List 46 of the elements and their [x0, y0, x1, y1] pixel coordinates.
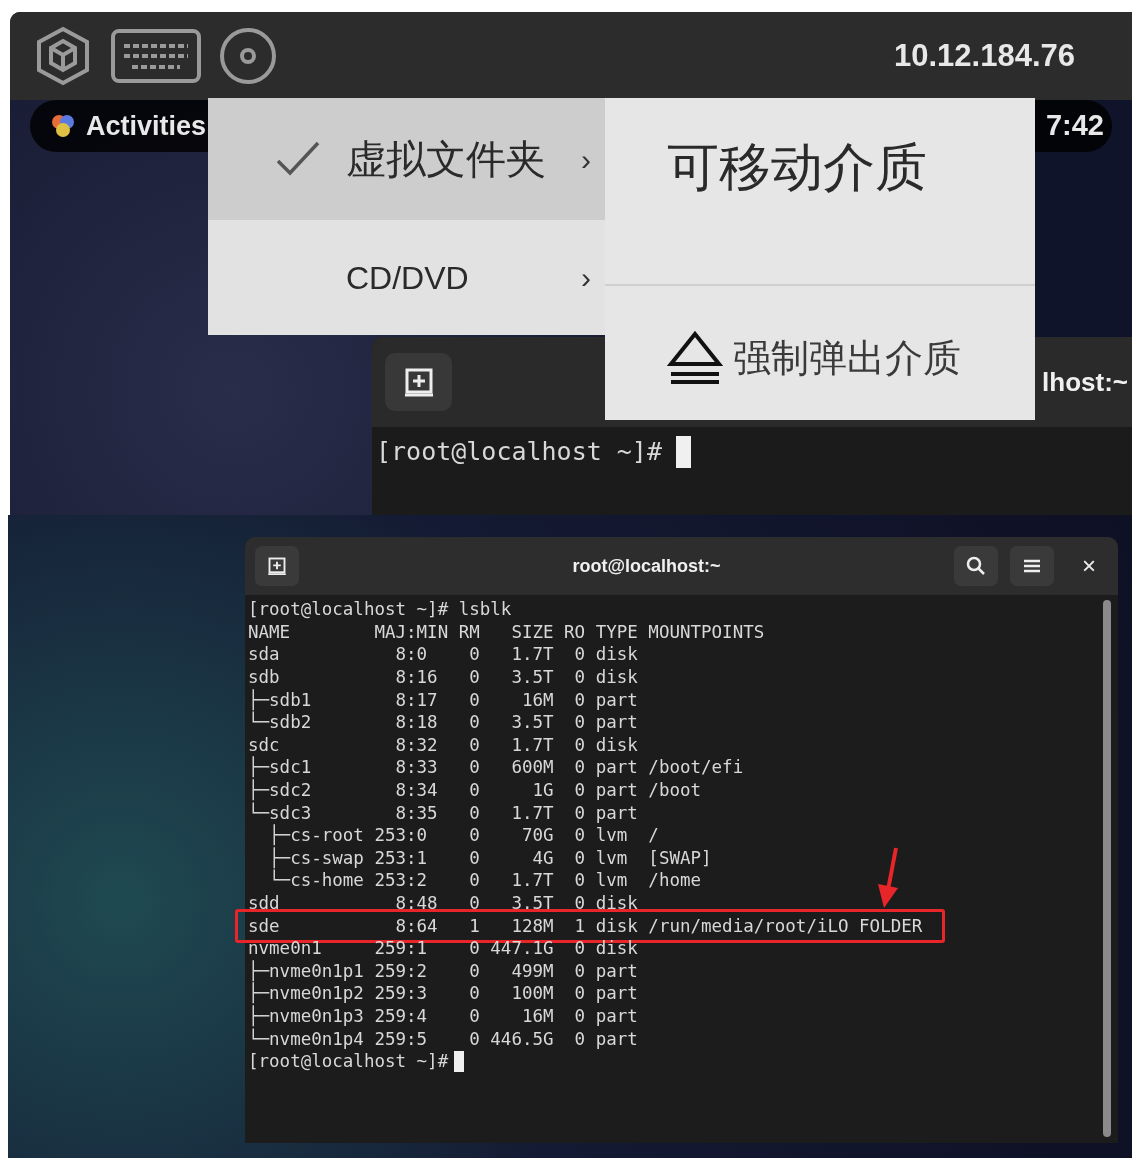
terminal-prompt: [root@localhost ~]# — [248, 1050, 449, 1073]
terminal-line: ├─cs-swap 253:1 0 4G 0 lvm [SWAP] — [268, 846, 712, 869]
terminal-line: ├─nvme0n1p1 259:2 0 499M 0 part — [248, 959, 638, 982]
search-icon — [966, 556, 986, 576]
menu-item-label: CD/DVD — [346, 258, 469, 298]
menu-button[interactable] — [1010, 546, 1054, 586]
activities-button[interactable]: Activities — [50, 105, 207, 147]
terminal-line: ├─cs-root 253:0 0 70G 0 lvm / — [268, 824, 659, 847]
new-tab-button[interactable] — [385, 353, 452, 411]
terminal-line: └─cs-home 253:2 0 1.7T 0 lvm /home — [268, 869, 702, 892]
scrollbar[interactable] — [1103, 600, 1111, 1137]
new-tab-button[interactable] — [255, 546, 299, 586]
terminal-line: [root@localhost ~]# lsblk — [248, 598, 512, 621]
clock[interactable]: 7:42 — [1045, 104, 1104, 148]
flower-icon — [50, 113, 76, 139]
checkmark-icon — [276, 141, 320, 177]
terminal-line: ├─sdc2 8:34 0 1G 0 part /boot — [248, 779, 702, 802]
terminal-line: └─sdc3 8:35 0 1.7T 0 part — [248, 801, 638, 824]
search-button[interactable] — [954, 546, 998, 586]
keyboard-icon[interactable] — [110, 28, 202, 84]
new-tab-icon — [402, 366, 435, 398]
terminal-line: NAME MAJ:MIN RM SIZE RO TYPE MOUNTPOINTS — [248, 620, 765, 643]
terminal-line: └─nvme0n1p4 259:5 0 446.5G 0 part — [248, 1027, 638, 1050]
menu-item[interactable]: 虚拟文件夹 › — [208, 98, 605, 220]
terminal-prompt: [root@localhost ~]# — [376, 436, 662, 468]
terminal-line: sdc 8:32 0 1.7T 0 disk — [248, 733, 638, 756]
chevron-icon: › — [581, 255, 591, 300]
terminal-line: ├─sdc1 8:33 0 600M 0 part /boot/efi — [248, 756, 744, 779]
window-title: root@localhost:~ — [571, 554, 722, 578]
close-button[interactable]: × — [1074, 546, 1104, 586]
terminal-line: └─sdb2 8:18 0 3.5T 0 part — [248, 711, 638, 734]
chevron-icon: › — [581, 136, 591, 182]
terminal-line: ├─nvme0n1p2 259:3 0 100M 0 part — [248, 982, 638, 1005]
terminal-line: sdb 8:16 0 3.5T 0 disk — [248, 666, 638, 689]
ip-address: 10.12.184.76 — [894, 36, 1075, 75]
submenu-heading: 可移动介质 — [667, 137, 927, 198]
terminal-line: ├─nvme0n1p3 259:4 0 16M 0 part — [248, 1005, 638, 1027]
eject-icon — [667, 330, 723, 386]
window-title: lhost:~ — [1042, 365, 1128, 399]
terminal-line: ├─sdb1 8:17 0 16M 0 part — [248, 688, 638, 711]
menu-icon — [1024, 559, 1040, 573]
new-tab-icon — [267, 556, 287, 576]
disc-icon[interactable] — [218, 26, 278, 86]
eject-menu-item[interactable]: 强制弹出介质 — [605, 319, 961, 387]
menu-item-label: 虚拟文件夹 — [346, 136, 546, 183]
terminal-line: sda 8:0 0 1.7T 0 disk — [248, 643, 638, 666]
